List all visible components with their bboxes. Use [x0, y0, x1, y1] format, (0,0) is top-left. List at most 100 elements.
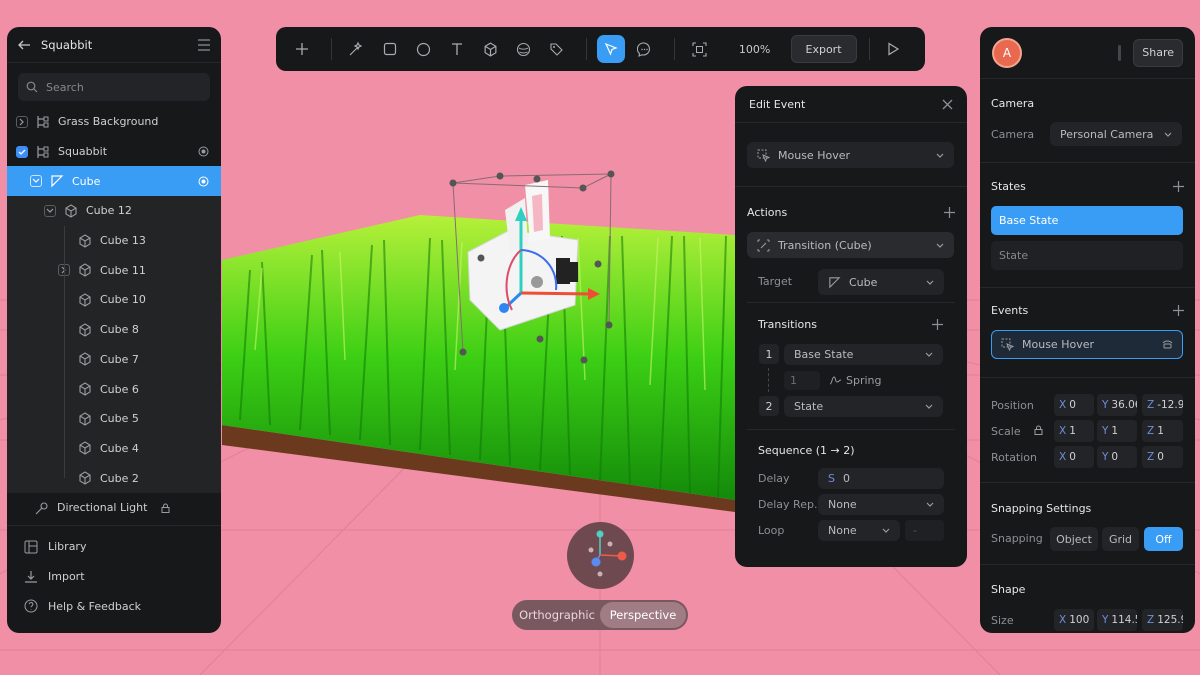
- perspective-option[interactable]: Perspective: [600, 602, 686, 628]
- expand-chevron-down-icon[interactable]: [44, 204, 56, 217]
- layer-row-cube-5[interactable]: Cube 5: [7, 403, 221, 434]
- add-event-plus-icon[interactable]: [1173, 305, 1184, 316]
- camera-field-label: Camera: [991, 128, 1035, 141]
- expand-chevron-down-icon[interactable]: [30, 175, 42, 188]
- properties-header: A Share: [980, 27, 1195, 79]
- import-link[interactable]: Import: [7, 562, 221, 592]
- sphere-tool-button[interactable]: [510, 35, 538, 63]
- shape-icon: [50, 174, 64, 188]
- cursor-hover-icon: [757, 149, 770, 162]
- transition-icon: [757, 239, 770, 252]
- layer-row-cube-11[interactable]: Cube 11: [7, 255, 221, 286]
- layer-row-grass-background[interactable]: Grass Background: [7, 107, 221, 137]
- lock-icon[interactable]: [161, 503, 170, 513]
- visibility-icon[interactable]: [195, 146, 211, 157]
- event-trigger-select[interactable]: Mouse Hover: [747, 142, 954, 168]
- position-y-field[interactable]: Y36.06: [1097, 394, 1137, 416]
- orthographic-option[interactable]: Orthographic: [514, 602, 600, 628]
- export-button[interactable]: Export: [790, 35, 857, 63]
- add-action-plus-icon[interactable]: [944, 207, 955, 218]
- target-select[interactable]: Cube: [818, 269, 944, 295]
- layer-row-cube-8[interactable]: Cube 8: [7, 314, 221, 345]
- layer-label: Cube 13: [100, 234, 146, 248]
- layer-row-directional-light[interactable]: Directional Light: [7, 493, 221, 523]
- share-button[interactable]: Share: [1133, 38, 1183, 67]
- scale-y-value: 1: [1111, 425, 1119, 437]
- zoom-level[interactable]: 100%: [729, 43, 781, 56]
- delay-repeat-select[interactable]: None: [818, 494, 944, 515]
- position-z-field[interactable]: Z-12.98: [1142, 394, 1183, 416]
- step-2-state-select[interactable]: State: [784, 396, 943, 417]
- layer-row-cube-13[interactable]: Cube 13: [7, 225, 221, 256]
- play-button[interactable]: [880, 35, 908, 63]
- layer-row-cube-6[interactable]: Cube 6: [7, 374, 221, 404]
- search-input[interactable]: Search: [18, 73, 210, 101]
- layer-row-squabbit[interactable]: Squabbit: [7, 137, 221, 167]
- squabbit-model[interactable]: [467, 180, 579, 331]
- close-icon[interactable]: [942, 99, 953, 110]
- size-label: Size: [991, 614, 1014, 627]
- step-1-state-select[interactable]: Base State: [784, 344, 943, 365]
- transition-duration-field[interactable]: 1: [784, 371, 820, 390]
- avatar[interactable]: A: [992, 37, 1022, 68]
- size-y-field[interactable]: Y114.58: [1097, 609, 1137, 631]
- layer-row-cube-2[interactable]: Cube 2: [7, 463, 221, 493]
- layer-row-cube-7[interactable]: Cube 7: [7, 344, 221, 375]
- back-arrow-icon[interactable]: [17, 38, 31, 52]
- size-z-field[interactable]: Z125.96: [1142, 609, 1183, 631]
- loop-count-field[interactable]: -: [905, 520, 944, 541]
- snapping-grid-option[interactable]: Grid: [1102, 527, 1139, 551]
- rotation-z-field[interactable]: Z0: [1142, 446, 1183, 468]
- snapping-settings-label: Snapping Settings: [991, 502, 1092, 515]
- layer-label: Cube 7: [100, 352, 139, 366]
- delay-field[interactable]: S 0: [818, 468, 944, 489]
- snapping-label: Snapping: [991, 532, 1043, 545]
- state-item-base[interactable]: Base State: [991, 206, 1183, 235]
- cube-tool-button[interactable]: [476, 35, 504, 63]
- expand-chevron-icon[interactable]: [16, 115, 28, 128]
- loop-select[interactable]: None: [818, 520, 900, 541]
- layer-row-cube-10[interactable]: Cube 10: [7, 285, 221, 315]
- material-tool-button[interactable]: [543, 35, 571, 63]
- position-x-field[interactable]: X0: [1054, 394, 1094, 416]
- checkbox-checked-icon[interactable]: [16, 145, 28, 158]
- state-item[interactable]: State: [991, 241, 1183, 270]
- projection-toggle[interactable]: Orthographic Perspective: [512, 600, 688, 630]
- snapping-object-option[interactable]: Object: [1050, 527, 1098, 551]
- scale-z-field[interactable]: Z1: [1142, 420, 1183, 442]
- lock-ratio-icon[interactable]: [1034, 425, 1043, 435]
- toolbar-divider: [331, 38, 333, 60]
- rotation-y-field[interactable]: Y0: [1097, 446, 1137, 468]
- scale-y-field[interactable]: Y1: [1097, 420, 1137, 442]
- ai-tool-button[interactable]: [342, 35, 370, 63]
- rectangle-tool-button[interactable]: [376, 35, 404, 63]
- library-link[interactable]: Library: [7, 532, 221, 562]
- camera-select[interactable]: Personal Camera: [1050, 122, 1182, 146]
- scale-x-field[interactable]: X1: [1054, 420, 1094, 442]
- layer-row-cube-12[interactable]: Cube 12: [7, 196, 221, 226]
- presence-divider: [1118, 44, 1122, 61]
- comment-tool-button[interactable]: [631, 35, 659, 63]
- snapping-off-option[interactable]: Off: [1144, 527, 1183, 551]
- help-link[interactable]: Help & Feedback: [7, 591, 221, 621]
- select-tool-button[interactable]: [597, 35, 626, 63]
- add-transition-plus-icon[interactable]: [932, 319, 943, 330]
- layer-row-cube-4[interactable]: Cube 4: [7, 433, 221, 464]
- add-state-plus-icon[interactable]: [1173, 181, 1184, 192]
- visibility-icon[interactable]: [195, 176, 211, 187]
- size-x-field[interactable]: X 100: [1054, 609, 1094, 631]
- toolbar-divider: [674, 38, 676, 60]
- transition-type[interactable]: Spring: [830, 374, 882, 387]
- add-button[interactable]: [288, 35, 316, 63]
- tag-icon: [549, 42, 564, 57]
- layer-row-cube[interactable]: Cube: [7, 166, 221, 197]
- view-orientation-gizmo[interactable]: [567, 522, 634, 589]
- action-select[interactable]: Transition (Cube): [747, 232, 954, 258]
- ellipse-tool-button[interactable]: [409, 35, 437, 63]
- text-tool-button[interactable]: [443, 35, 471, 63]
- event-item-mouse-hover[interactable]: Mouse Hover: [991, 330, 1183, 359]
- rotation-x-field[interactable]: X0: [1054, 446, 1094, 468]
- frame-view-button[interactable]: [685, 35, 713, 63]
- event-settings-icon[interactable]: [1162, 339, 1173, 350]
- menu-icon[interactable]: [197, 38, 211, 51]
